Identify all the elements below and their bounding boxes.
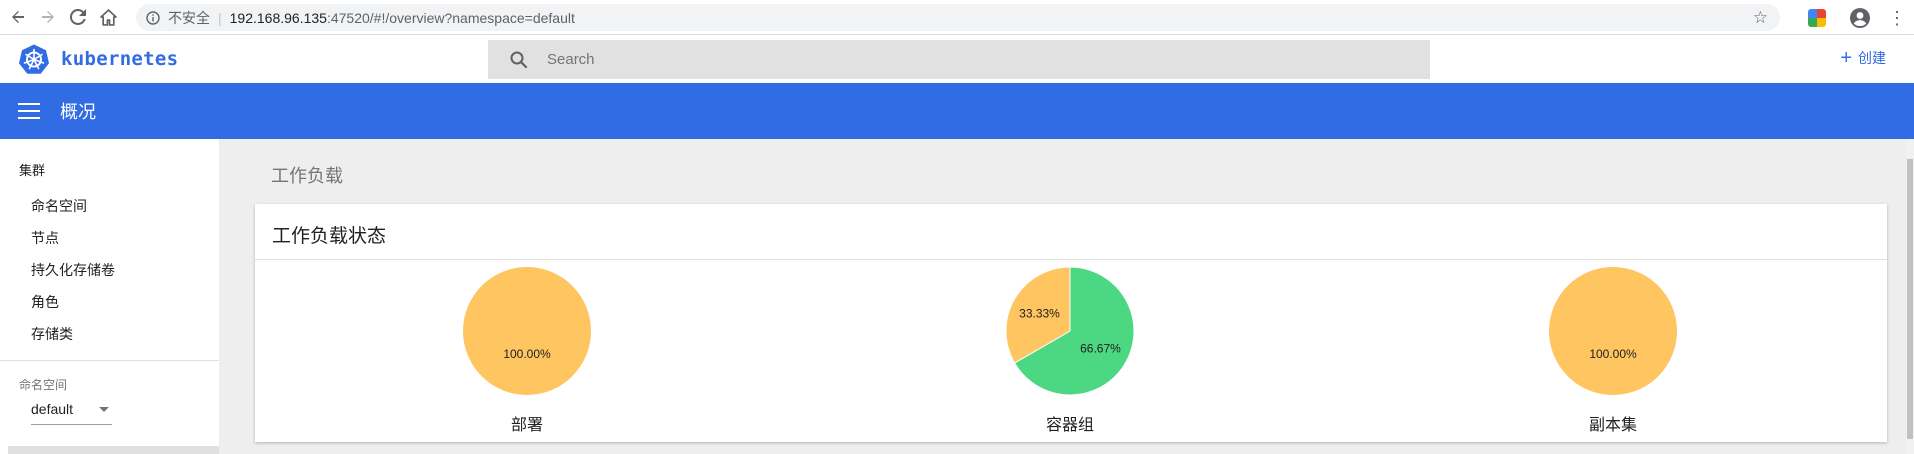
replica-sets-pie[interactable]: 100.00% bbox=[1548, 266, 1678, 396]
deployments-pie[interactable]: 100.00% bbox=[462, 266, 592, 396]
scrollbar-thumb[interactable] bbox=[1907, 159, 1913, 439]
menu-icon[interactable] bbox=[18, 103, 40, 119]
url-separator: | bbox=[218, 9, 222, 26]
sidebar-item-roles[interactable]: 角色 bbox=[31, 292, 59, 312]
info-icon bbox=[146, 10, 160, 25]
section-title: 工作负载 bbox=[271, 166, 343, 186]
namespace-label: 命名空间 bbox=[19, 378, 68, 392]
sidebar-item-nodes[interactable]: 节点 bbox=[31, 228, 59, 248]
back-button[interactable] bbox=[6, 5, 30, 29]
deployments-chart-label[interactable]: 部署 bbox=[462, 411, 592, 435]
card-title: 工作负载状态 bbox=[272, 226, 387, 247]
reload-button[interactable] bbox=[66, 5, 90, 29]
title-bar: 概况 bbox=[0, 83, 1914, 139]
sidebar-next-section bbox=[8, 446, 219, 454]
sidebar-item-storage-classes[interactable]: 存储类 bbox=[31, 324, 73, 344]
pie-label-0: 100.00% bbox=[503, 347, 551, 361]
pie-label-0: 100.00% bbox=[1589, 347, 1637, 361]
bookmark-star-icon[interactable]: ☆ bbox=[1753, 8, 1768, 28]
chrome-menu-icon[interactable]: ⋮ bbox=[1888, 9, 1906, 27]
sidebar-item-namespaces[interactable]: 命名空间 bbox=[31, 196, 87, 216]
search-bar[interactable] bbox=[488, 40, 1430, 79]
page-title: 概况 bbox=[60, 102, 96, 122]
dropdown-arrow-icon bbox=[99, 407, 109, 412]
workload-status-card: 工作负载状态 100.00% 部署 66.67% 33.33% 容器组 100.0… bbox=[255, 204, 1887, 442]
reload-icon bbox=[70, 9, 86, 25]
pods-pie[interactable]: 66.67% 33.33% bbox=[1005, 266, 1135, 396]
pie-slice-0[interactable] bbox=[1549, 267, 1677, 395]
sidebar-item-persistent-volumes[interactable]: 持久化存储卷 bbox=[31, 260, 115, 280]
home-icon bbox=[99, 8, 117, 26]
url-path: :47520/#!/overview?namespace=default bbox=[326, 9, 575, 26]
create-label: 创建 bbox=[1858, 50, 1886, 66]
kubernetes-wheel-icon bbox=[19, 44, 49, 74]
browser-toolbar: 不安全 | 192.168.96.135:47520/#!/overview?n… bbox=[0, 0, 1914, 35]
pie-label-1: 33.33% bbox=[1019, 306, 1060, 320]
arrow-right-icon bbox=[42, 11, 54, 23]
search-icon bbox=[510, 51, 528, 68]
namespace-select[interactable]: default bbox=[31, 401, 112, 425]
replica-sets-chart-label[interactable]: 副本集 bbox=[1548, 411, 1678, 435]
sidebar-divider bbox=[0, 360, 219, 361]
pie-slice-0[interactable] bbox=[463, 267, 591, 395]
namespace-value: default bbox=[31, 401, 74, 417]
scrollbar[interactable] bbox=[1906, 139, 1914, 454]
pods-chart: 66.67% 33.33% 容器组 bbox=[1005, 266, 1135, 436]
search-input[interactable] bbox=[547, 51, 1407, 68]
sidebar-heading-cluster[interactable]: 集群 bbox=[19, 160, 45, 179]
logo-text: kubernetes bbox=[61, 48, 179, 70]
home-button[interactable] bbox=[96, 5, 120, 29]
sidebar: 集群 命名空间 节点 持久化存储卷 角色 存储类 命名空间 default bbox=[0, 139, 219, 454]
forward-button[interactable] bbox=[36, 5, 60, 29]
pie-label-0: 66.67% bbox=[1080, 342, 1121, 356]
address-bar[interactable]: 不安全 | 192.168.96.135:47520/#!/overview?n… bbox=[136, 4, 1780, 31]
kubernetes-logo[interactable]: kubernetes bbox=[18, 43, 178, 75]
app-header: kubernetes + 创建 bbox=[0, 35, 1914, 83]
profile-icon[interactable] bbox=[1850, 7, 1870, 28]
plus-icon: + bbox=[1840, 47, 1852, 69]
card-divider bbox=[255, 259, 1887, 260]
url-host: 192.168.96.135 bbox=[229, 9, 327, 26]
main-content: 工作负载 工作负载状态 100.00% 部署 66.67% 33.33% 容器组 … bbox=[219, 139, 1906, 454]
pods-chart-label[interactable]: 容器组 bbox=[1005, 411, 1135, 435]
extension-icon[interactable] bbox=[1808, 8, 1826, 27]
insecure-label: 不安全 bbox=[168, 9, 210, 26]
replica-sets-chart: 100.00% 副本集 bbox=[1548, 266, 1678, 436]
create-button[interactable]: + 创建 bbox=[1840, 48, 1886, 68]
deployments-chart: 100.00% 部署 bbox=[462, 266, 592, 436]
arrow-left-icon bbox=[12, 11, 24, 23]
